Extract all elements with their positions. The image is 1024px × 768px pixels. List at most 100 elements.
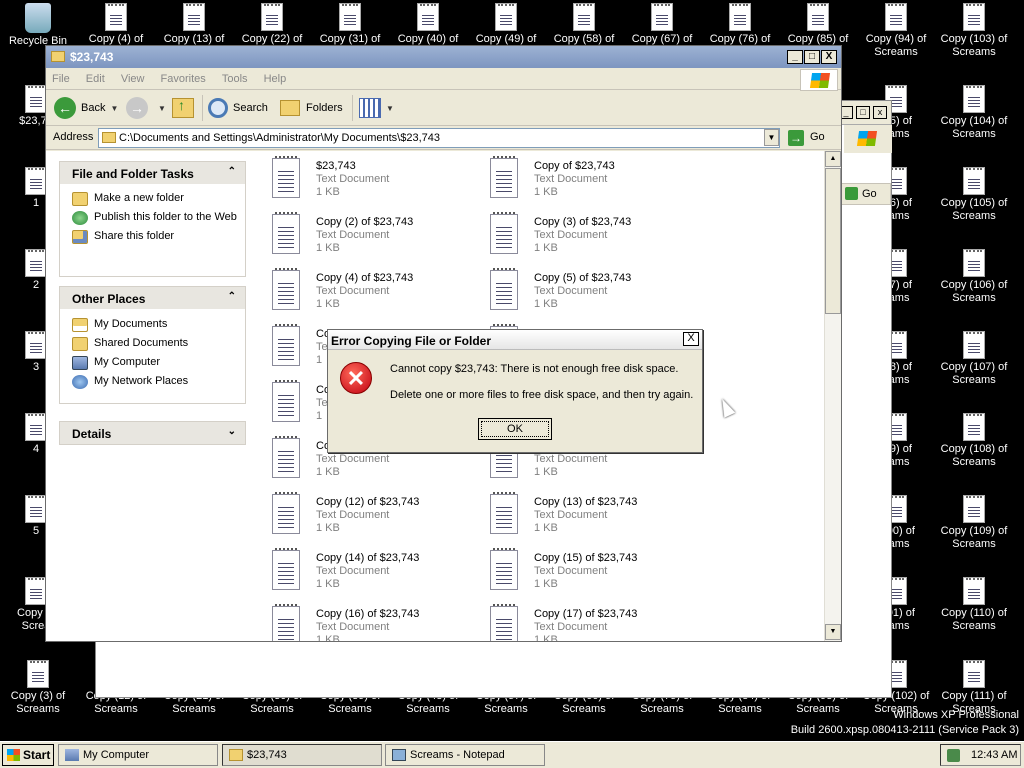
close-button[interactable]: X (821, 50, 837, 64)
taskbar-button-notepad[interactable]: Screams - Notepad (385, 744, 545, 766)
up-folder-button[interactable]: ↑ (172, 95, 194, 121)
menu-view[interactable]: View (115, 68, 152, 85)
file-item[interactable]: Copy (17) of $23,743 Text Document 1 KB (486, 604, 696, 641)
desktop-icon[interactable]: Copy (110) of Screams (936, 577, 1012, 633)
ok-button[interactable]: OK (478, 418, 552, 440)
my-documents-link[interactable]: My Documents (60, 315, 245, 334)
file-size: 1 KB (534, 242, 558, 254)
publish-folder-link[interactable]: Publish this folder to the Web (60, 208, 245, 227)
desktop-icon-label: Screams (562, 703, 606, 715)
text-file-icon (651, 3, 673, 31)
task-label: Screams - Notepad (410, 749, 505, 761)
file-item[interactable]: Copy of $23,743 Text Document 1 KB (486, 156, 696, 206)
desktop-icon[interactable]: Copy (103) of Screams (936, 3, 1012, 59)
desktop-icon[interactable]: Copy (13) of (156, 3, 232, 46)
taskbar-button-my-computer[interactable]: My Computer (58, 744, 218, 766)
desktop-icon[interactable]: Copy (104) of Screams (936, 85, 1012, 141)
menu-help[interactable]: Help (258, 68, 294, 85)
go-button[interactable]: → Go (786, 128, 830, 148)
address-dropdown-button[interactable]: ▼ (764, 129, 779, 146)
desktop-icon[interactable]: Copy (94) of Screams (858, 3, 934, 59)
back-arrow-icon: ← (54, 97, 76, 119)
desktop-icon[interactable]: Copy (76) of (702, 3, 778, 46)
place-label: My Network Places (94, 375, 189, 387)
start-button[interactable]: Start (2, 744, 54, 766)
desktop-icon-label: Copy (108) of (940, 443, 1008, 455)
desktop-icon[interactable]: Copy (109) of Screams (936, 495, 1012, 551)
forward-button[interactable]: → ▼ (126, 95, 166, 121)
menu-file[interactable]: File (46, 68, 77, 85)
file-item[interactable]: Copy (5) of $23,743 Text Document 1 KB (486, 268, 696, 318)
make-new-folder-link[interactable]: Make a new folder (60, 189, 245, 208)
desktop-icon[interactable]: Copy (85) of (780, 3, 856, 46)
file-item[interactable]: Copy (15) of $23,743 Text Document 1 KB (486, 548, 696, 598)
desktop-icon[interactable]: Copy (49) of (468, 3, 544, 46)
desktop-icon[interactable]: Copy (106) of Screams (936, 249, 1012, 305)
file-item[interactable]: Copy (16) of $23,743 Text Document 1 KB (268, 604, 478, 641)
desktop-icon[interactable]: Copy (105) of Screams (936, 167, 1012, 223)
collapse-icon[interactable]: ⌃ (228, 291, 236, 302)
details-header[interactable]: Details ⌄ (60, 422, 245, 444)
background-maximize-button[interactable]: □ (856, 106, 870, 119)
file-type: Te (316, 397, 328, 409)
place-label: Shared Documents (94, 337, 189, 349)
desktop-icon[interactable]: Copy (4) of (78, 3, 154, 46)
shared-documents-link[interactable]: Shared Documents (60, 334, 245, 353)
desktop-icon[interactable]: Copy (3) of Screams (0, 660, 76, 716)
other-places-header[interactable]: Other Places ⌃ (60, 287, 245, 309)
maximize-button[interactable]: □ (804, 50, 820, 64)
collapse-icon[interactable]: ⌃ (228, 166, 236, 177)
file-item[interactable]: Copy (3) of $23,743 Text Document 1 KB (486, 212, 696, 262)
file-item[interactable]: Copy (13) of $23,743 Text Document 1 KB (486, 492, 696, 542)
scroll-thumb[interactable] (825, 168, 841, 314)
file-name: Copy of $23,743 (534, 160, 615, 172)
expand-icon[interactable]: ⌄ (228, 426, 236, 437)
desktop-icon[interactable]: Copy (40) of (390, 3, 466, 46)
menu-tools[interactable]: Tools (216, 68, 255, 85)
desktop-icon[interactable]: Copy (22) of (234, 3, 310, 46)
file-item[interactable]: Copy (12) of $23,743 Text Document 1 KB (268, 492, 478, 542)
desktop-icon[interactable]: Copy (111) of Screams (936, 660, 1012, 716)
views-button[interactable]: ▼ (359, 95, 394, 121)
file-item[interactable]: Copy (4) of $23,743 Text Document 1 KB (268, 268, 478, 318)
panel-title: Other Places (72, 292, 146, 306)
tray-icon[interactable] (947, 749, 960, 762)
desktop-icon[interactable]: Copy (108) of Screams (936, 413, 1012, 469)
menu-edit[interactable]: Edit (80, 68, 112, 85)
file-type: Text Document (316, 229, 390, 241)
taskbar-button-folder[interactable]: $23,743 (222, 744, 382, 766)
background-window-titlebar[interactable]: _ □ x (839, 101, 891, 125)
back-button[interactable]: ← Back ▼ (54, 95, 118, 121)
file-item[interactable]: Copy (2) of $23,743 Text Document 1 KB (268, 212, 478, 262)
scroll-down-icon[interactable]: ▼ (825, 624, 841, 640)
file-folder-tasks-header[interactable]: File and Folder Tasks ⌃ (60, 162, 245, 184)
dialog-close-button[interactable]: X (683, 332, 699, 346)
desktop-icon[interactable]: Copy (31) of (312, 3, 388, 46)
background-close-button[interactable]: x (873, 106, 887, 119)
folders-button[interactable]: Folders (280, 95, 343, 121)
chevron-down-icon[interactable]: ▼ (110, 104, 118, 113)
desktop-icon[interactable]: Recycle Bin (0, 3, 76, 48)
task-label: Share this folder (94, 230, 175, 242)
background-go-button[interactable]: Go (841, 183, 891, 205)
address-input[interactable]: C:\Documents and Settings\Administrator\… (98, 128, 780, 148)
file-item[interactable]: Copy (14) of $23,743 Text Document 1 KB (268, 548, 478, 598)
share-folder-link[interactable]: Share this folder (60, 227, 245, 246)
taskbar: Start My Computer $23,743 Screams - Note… (0, 741, 1024, 768)
chevron-down-icon[interactable]: ▼ (158, 104, 166, 113)
desktop-icon[interactable]: Copy (67) of (624, 3, 700, 46)
menu-favorites[interactable]: Favorites (155, 68, 213, 85)
vertical-scrollbar[interactable]: ▲ ▼ (824, 151, 841, 641)
dialog-titlebar[interactable]: Error Copying File or Folder X (328, 330, 702, 350)
my-computer-link[interactable]: My Computer (60, 353, 245, 372)
file-type: Text Document (534, 621, 608, 633)
window-titlebar[interactable]: $23,743 _ □ X (46, 46, 841, 68)
address-bar: Address C:\Documents and Settings\Admini… (46, 126, 841, 150)
desktop-icon[interactable]: Copy (58) of (546, 3, 622, 46)
desktop-icon[interactable]: Copy (107) of Screams (936, 331, 1012, 387)
scroll-up-icon[interactable]: ▲ (825, 151, 841, 167)
file-item[interactable]: $23,743 Text Document 1 KB (268, 156, 478, 206)
minimize-button[interactable]: _ (787, 50, 803, 64)
search-button[interactable]: Search (208, 95, 268, 121)
my-network-places-link[interactable]: My Network Places (60, 372, 245, 391)
